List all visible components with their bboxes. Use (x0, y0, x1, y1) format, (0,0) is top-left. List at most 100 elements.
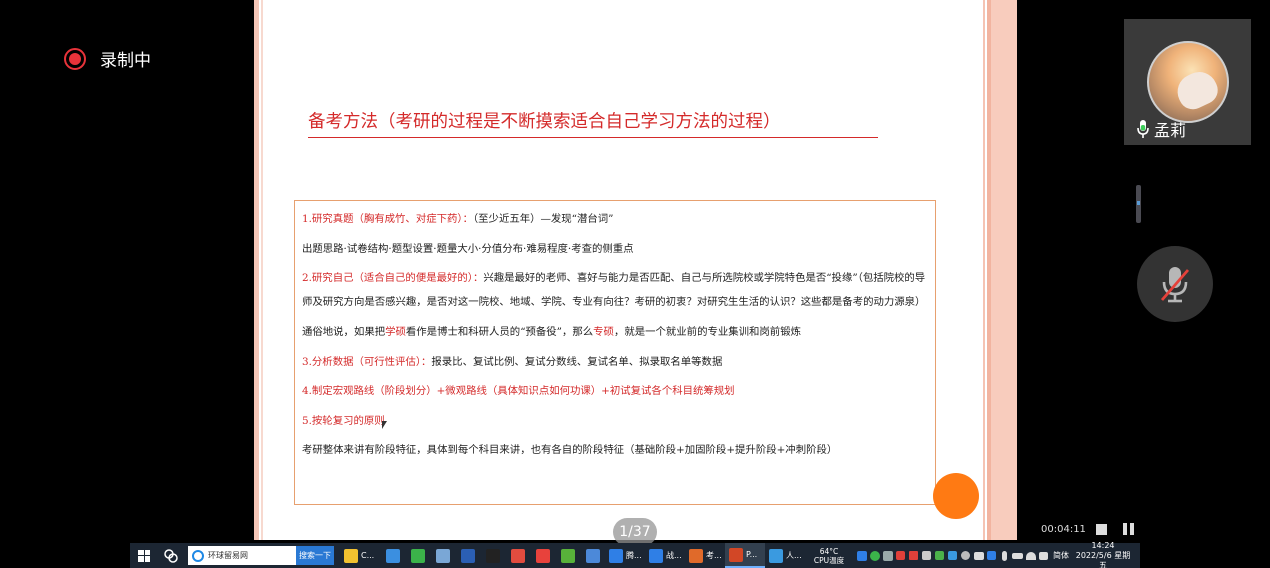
taskbar-apps: C... 腾... 战... 考... P... 人... (340, 543, 805, 568)
search-button[interactable]: 搜索一下 (296, 546, 334, 565)
line-4: 通俗地说，如果把学硕看作是博士和科研人员的“预备役”，那么专硕，就是一个就业前的… (302, 326, 801, 338)
folder-icon (344, 548, 358, 563)
taskbar-app-penguin[interactable] (480, 543, 505, 568)
line-2: 出题思路·试卷结构·题型设置·题量大小·分值分布·难易程度·考查的侧重点 (302, 242, 634, 255)
tray-volume-muted-icon[interactable] (907, 543, 920, 568)
taskbar-app-chrome[interactable] (505, 543, 530, 568)
tray-display-icon[interactable] (972, 543, 985, 568)
app-blue-icon (585, 548, 600, 563)
taskbar-app-tencent-meeting[interactable]: 战... (645, 543, 685, 568)
tray-cloud-icon[interactable] (946, 543, 959, 568)
taskbar-app-folder[interactable]: C... (340, 543, 380, 568)
tray-battery-icon[interactable] (1011, 543, 1024, 568)
taskbar-app-calendar[interactable] (430, 543, 455, 568)
keyword-academic-master: 学硕 (385, 326, 406, 338)
tray-mic-icon[interactable] (998, 543, 1011, 568)
taskbar-app-powerpoint[interactable]: P... (725, 543, 765, 568)
line-6: 4.制定宏观路线（阶段划分）+微观路线（具体知识点如何功课）+初试复试各个科目统… (302, 385, 735, 397)
stop-recording-button[interactable] (1096, 524, 1107, 535)
clock-time: 14:24 (1091, 540, 1115, 550)
content-box: 1.研究真题（胸有成竹、对症下药）：（至少近五年）—发现“潜台词” 出题思路·试… (294, 200, 936, 505)
powerpoint-icon (729, 547, 743, 562)
participant-tile[interactable]: 孟莉 (1124, 19, 1251, 145)
line-8: 考研整体来讲有阶段特征，具体到每个科目来讲，也有各自的阶段特征（基础阶段+加固阶… (302, 444, 838, 456)
cpu-temp-value: 64°C (819, 546, 839, 556)
cpu-temperature: 64°C CPU温度 (805, 543, 853, 568)
heading-1: 1.研究真题（胸有成竹、对症下药）： (302, 213, 473, 225)
task-view-button[interactable] (158, 543, 184, 568)
search-box[interactable]: 环球留易网 (188, 546, 296, 565)
taskbar-app-app-red[interactable] (530, 543, 555, 568)
refresh-icon (410, 548, 425, 563)
mail-icon (385, 548, 400, 563)
browser-icon (192, 549, 204, 562)
recording-label: 录制中 (100, 51, 151, 71)
taskbar-app-slides[interactable]: 考... (685, 543, 725, 568)
tray-app-icon[interactable] (920, 543, 933, 568)
taskbar-app-label: 战... (666, 551, 682, 560)
record-icon (64, 47, 86, 70)
slides-icon (689, 548, 703, 563)
word-icon (460, 548, 475, 563)
taskbar: 环球留易网 搜索一下 C... 腾... 战... 考... P... 人... 64°C… (130, 540, 1140, 568)
taskbar-app-label: 腾... (626, 551, 642, 560)
chrome-icon (510, 548, 525, 563)
recording-indicator: 录制中 (64, 46, 151, 71)
tray-meeting-icon[interactable] (855, 543, 868, 568)
ime-indicator[interactable]: 简体 (1050, 543, 1072, 568)
taskbar-app-label: 人... (786, 551, 802, 560)
line-7: 5.按轮复习的原则 (302, 414, 385, 427)
taskbar-app-label: P... (746, 550, 758, 559)
mic-muted-icon (1160, 267, 1190, 303)
line-3: 2.研究自己（适合自己的便是最好的）：兴趣是最好的老师、喜好与能力是否匹配、自己… (302, 266, 927, 314)
taskbar-app-app-green[interactable] (555, 543, 580, 568)
app-green-icon (560, 548, 575, 563)
shared-slide: 备考方法（考研的过程是不断摸索适合自己学习方法的过程） 1.研究真题（胸有成竹、… (254, 0, 1017, 540)
keyword-professional-master: 专硕 (593, 326, 614, 338)
floating-action-button[interactable] (933, 473, 979, 519)
search-text: 环球留易网 (208, 551, 248, 560)
pause-recording-button[interactable] (1123, 523, 1134, 535)
taskbar-app-word[interactable] (455, 543, 480, 568)
taskbar-app-label: 考... (706, 551, 722, 560)
participant-name: 孟莉 (1154, 121, 1187, 140)
line-1: 1.研究真题（胸有成竹、对症下药）：（至少近五年）—发现“潜台词” (302, 207, 927, 232)
tray-volume-icon[interactable] (1037, 543, 1050, 568)
mute-button[interactable] (1137, 246, 1213, 322)
system-tray: 简体 (855, 543, 1072, 568)
cpu-temp-label: CPU温度 (813, 555, 845, 565)
text-1: （至少近五年）—发现“潜台词” (472, 213, 614, 225)
heading-3: 3.分析数据（可行性评估）： (302, 355, 432, 368)
slide-title: 备考方法（考研的过程是不断摸索适合自己学习方法的过程） (308, 108, 878, 138)
windows-icon (138, 549, 150, 562)
avatar (1147, 41, 1229, 123)
taskbar-app-label: C... (361, 551, 375, 560)
tray-red-icon[interactable] (894, 543, 907, 568)
start-button[interactable] (130, 543, 158, 568)
clock-date: 2022/5/6 星期五 (1075, 550, 1131, 568)
page-indicator[interactable]: 1/37 (613, 518, 657, 546)
calendar-icon (435, 548, 450, 563)
taskbar-app-video[interactable]: 人... (765, 543, 805, 568)
tray-network-icon[interactable] (881, 543, 894, 568)
line-5: 3.分析数据（可行性评估）：报录比、复试比例、复试分数线、复试名单、拟录取名单等… (302, 350, 927, 375)
video-icon (769, 548, 783, 563)
taskbar-app-mail[interactable] (380, 543, 405, 568)
taskbar-app-app-blue[interactable] (580, 543, 605, 568)
show-desktop-button[interactable] (1134, 543, 1140, 568)
task-view-icon (164, 548, 178, 563)
microphone-icon (1137, 120, 1149, 138)
recording-timer: 00:04:11 (1041, 524, 1086, 535)
heading-2: 2.研究自己（适合自己的便是最好的）： (302, 272, 484, 284)
tray-wechat-icon[interactable] (868, 543, 881, 568)
clock[interactable]: 14:24 2022/5/6 星期五 (1072, 540, 1134, 568)
tray-security-icon[interactable] (933, 543, 946, 568)
side-panel-handle[interactable] (1136, 185, 1141, 223)
tray-user-icon[interactable] (959, 543, 972, 568)
tencent-meeting-icon (609, 548, 623, 563)
tray-blue-icon[interactable] (985, 543, 998, 568)
taskbar-app-tencent-meeting[interactable]: 腾... (605, 543, 645, 568)
mouse-cursor-icon (382, 421, 387, 429)
tray-wifi-icon[interactable] (1024, 543, 1037, 568)
taskbar-app-refresh[interactable] (405, 543, 430, 568)
